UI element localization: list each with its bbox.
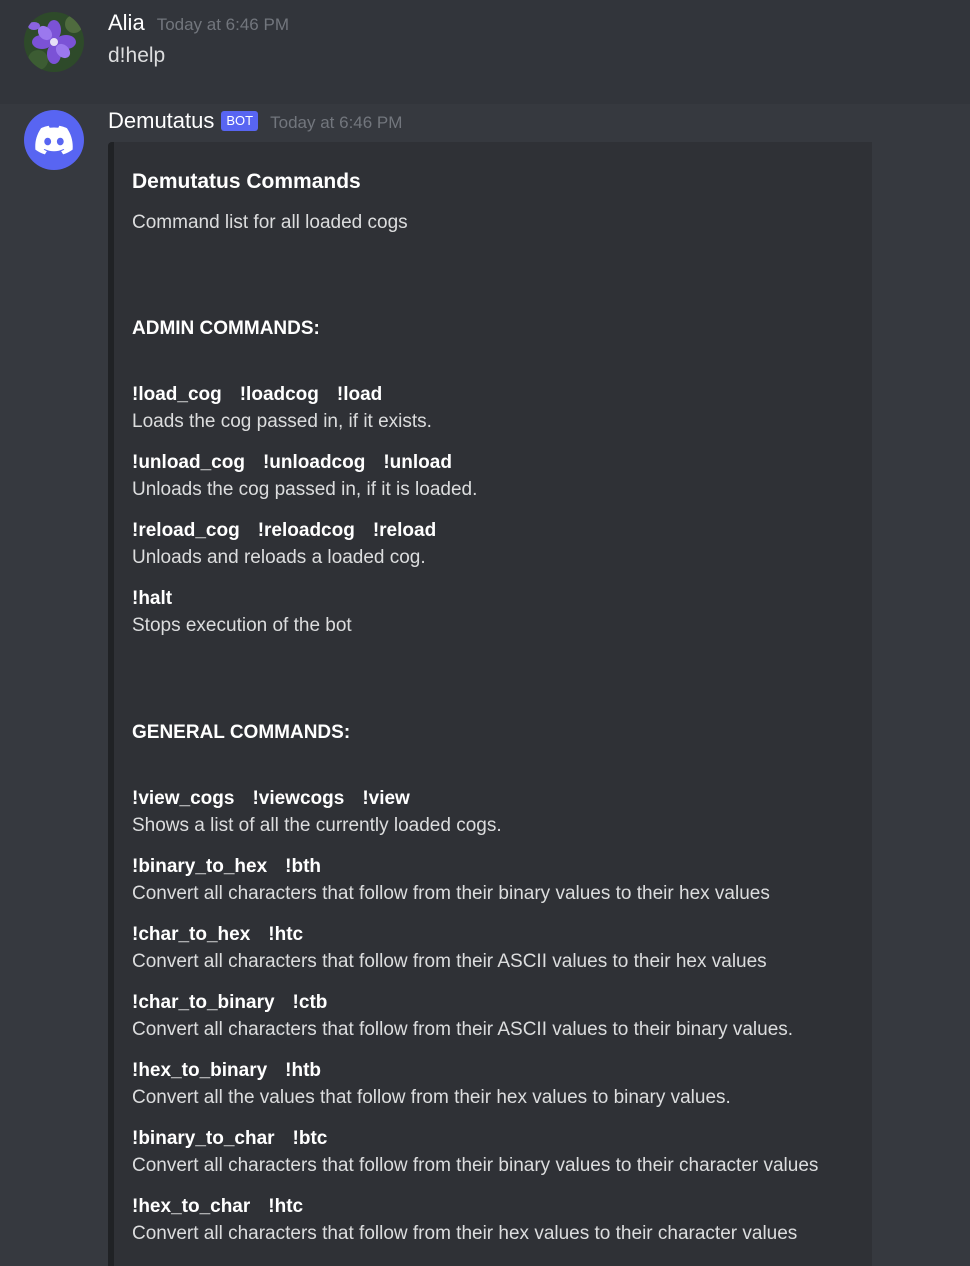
embed-title: Demutatus Commands	[132, 170, 361, 193]
bot-message: Demutatus BOT Today at 6:46 PM Demutatus…	[0, 104, 970, 1266]
command-description: Convert all characters that follow from …	[132, 1223, 798, 1244]
command-names: !hex_to_binary !htb	[132, 1058, 854, 1084]
help-embed: Demutatus Commands Command list for all …	[108, 142, 872, 1266]
command-description: Loads the cog passed in, if it exists.	[132, 411, 432, 432]
message-text: d!help	[108, 44, 166, 67]
command-name: !char_to_hex	[132, 924, 251, 945]
command-names: !hex_to_char !htc	[132, 1194, 854, 1220]
command-name: !view_cogs	[132, 788, 235, 809]
command-item: !reload_cog !reloadcog !reload Unloads and…	[132, 518, 854, 572]
command-item: !unload_cog !unloadcog !unload Unloads the…	[132, 450, 854, 504]
command-item: !load_cog !loadcog !load Loads the cog pas…	[132, 382, 854, 436]
command-names: !char_to_hex !htc	[132, 922, 854, 948]
admin-commands-heading: ADMIN COMMANDS:	[132, 318, 320, 339]
command-name: !binary_to_char	[132, 1128, 275, 1149]
timestamp: Today at 6:46 PM	[270, 113, 403, 132]
command-names: !unload_cog !unloadcog !unload	[132, 450, 854, 476]
command-alias: !loadcog	[239, 384, 319, 405]
command-description: Unloads the cog passed in, if it is load…	[132, 479, 478, 500]
command-name: !binary_to_hex	[132, 856, 268, 877]
command-item: !char_to_binary !ctb Convert all characte…	[132, 990, 854, 1044]
command-item: !view_cogs !viewcogs !view Shows a list of…	[132, 786, 854, 840]
command-alias: !reload	[372, 520, 437, 541]
command-names: !halt	[132, 586, 854, 612]
bot-badge: BOT	[221, 111, 259, 131]
command-alias: !btc	[292, 1128, 328, 1149]
bot-message-header: Demutatus BOT Today at 6:46 PM	[108, 108, 402, 134]
purple-flower-avatar-icon	[24, 12, 84, 72]
command-name: !hex_to_binary	[132, 1060, 268, 1081]
command-name: !hex_to_char	[132, 1196, 251, 1217]
command-alias: !unloadcog	[262, 452, 366, 473]
command-description: Convert all characters that follow from …	[132, 1155, 819, 1176]
command-description: Convert all characters that follow from …	[132, 951, 767, 972]
discord-logo-icon	[35, 125, 73, 155]
command-alias: !unload	[383, 452, 452, 473]
timestamp: Today at 6:46 PM	[156, 15, 289, 34]
command-alias: !htc	[268, 924, 304, 945]
command-description: Unloads and reloads a loaded cog.	[132, 547, 426, 568]
command-alias: !view	[362, 788, 410, 809]
user-message-header: Alia Today at 6:46 PM	[108, 10, 289, 36]
command-alias: !bth	[285, 856, 322, 877]
command-item: !binary_to_char !btc Convert all characte…	[132, 1126, 854, 1180]
command-alias: !htc	[268, 1196, 304, 1217]
command-alias: !reloadcog	[257, 520, 355, 541]
command-item: !binary_to_hex !bth Convert all character…	[132, 854, 854, 908]
user-message: Alia Today at 6:46 PM d!help	[0, 0, 970, 104]
command-alias: !htb	[285, 1060, 322, 1081]
general-commands-heading: GENERAL COMMANDS:	[132, 722, 351, 743]
command-item: !char_to_hex !htc Convert all characters …	[132, 922, 854, 976]
command-name: !halt	[132, 588, 173, 609]
command-description: Shows a list of all the currently loaded…	[132, 815, 502, 836]
command-names: !binary_to_hex !bth	[132, 854, 854, 880]
command-name: !load_cog	[132, 384, 222, 405]
command-name: !unload_cog	[132, 452, 245, 473]
user-avatar[interactable]	[24, 12, 84, 72]
bot-username[interactable]: Demutatus	[108, 108, 214, 134]
command-description: Convert all characters that follow from …	[132, 883, 770, 904]
command-alias: !viewcogs	[252, 788, 345, 809]
command-names: !binary_to_char !btc	[132, 1126, 854, 1152]
command-description: Convert all characters that follow from …	[132, 1019, 794, 1040]
embed-description: Command list for all loaded cogs	[132, 212, 408, 233]
command-names: !load_cog !loadcog !load	[132, 382, 854, 408]
command-item: !hex_to_binary !htb Convert all the value…	[132, 1058, 854, 1112]
command-names: !view_cogs !viewcogs !view	[132, 786, 854, 812]
command-alias: !ctb	[292, 992, 328, 1013]
command-names: !char_to_binary !ctb	[132, 990, 854, 1016]
command-description: Convert all the values that follow from …	[132, 1087, 731, 1108]
command-name: !reload_cog	[132, 520, 240, 541]
username[interactable]: Alia	[108, 10, 145, 36]
command-description: Stops execution of the bot	[132, 615, 352, 636]
command-item: !hex_to_char !htc Convert all characters …	[132, 1194, 854, 1248]
general-commands-list: !view_cogs !viewcogs !view Shows a list of…	[132, 786, 854, 1248]
admin-commands-list: !load_cog !loadcog !load Loads the cog pas…	[132, 382, 854, 640]
command-alias: !load	[336, 384, 383, 405]
command-names: !reload_cog !reloadcog !reload	[132, 518, 854, 544]
command-name: !char_to_binary	[132, 992, 275, 1013]
bot-avatar[interactable]	[24, 110, 84, 170]
command-item: !halt Stops execution of the bot	[132, 586, 854, 640]
